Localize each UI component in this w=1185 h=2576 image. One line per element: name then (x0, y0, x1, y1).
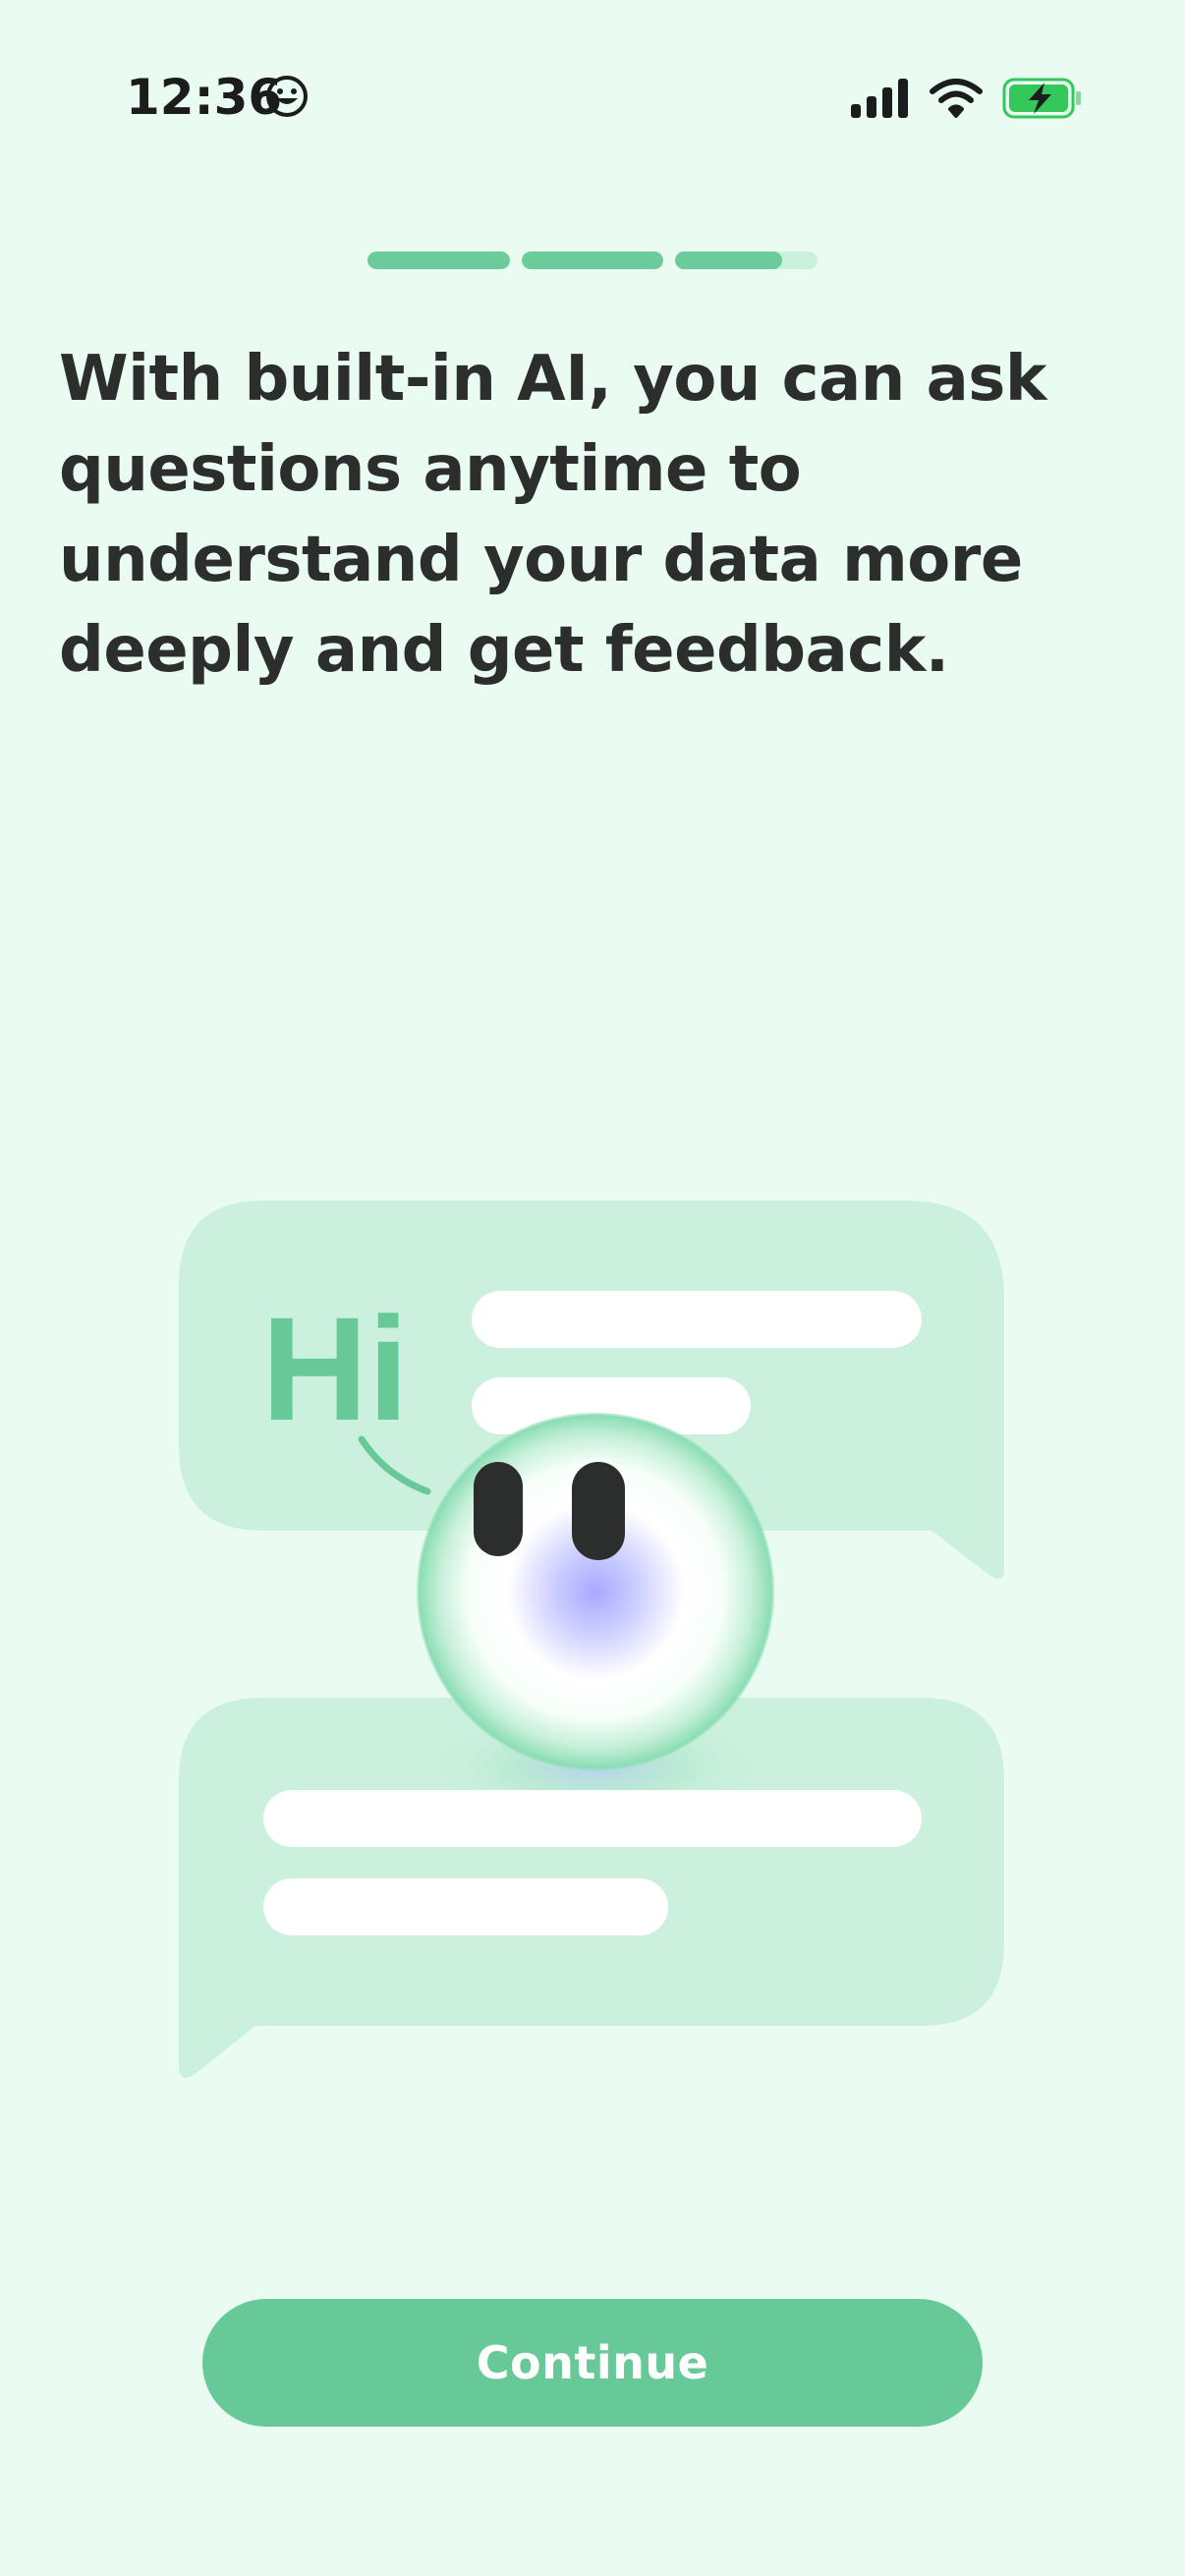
cellular-signal-icon (851, 79, 908, 118)
ai-mascot-orb-icon (417, 1413, 774, 1770)
progress-segment (675, 252, 818, 269)
progress-segment-fill (367, 252, 510, 269)
message-line (263, 1790, 922, 1847)
progress-segment-fill (521, 252, 664, 269)
smiley-face-icon (266, 76, 308, 117)
onboarding-progress (367, 252, 818, 269)
wifi-icon (930, 79, 983, 118)
continue-button[interactable]: Continue (202, 2299, 983, 2427)
page-title: With built-in AI, you can ask questions … (59, 343, 1046, 687)
greeting-text: Hi (261, 1286, 409, 1451)
message-line (472, 1291, 922, 1348)
chat-illustration: Hi (179, 1201, 1004, 2078)
progress-segment (521, 252, 664, 269)
progress-segment-fill (675, 252, 782, 269)
message-line (263, 1878, 668, 1935)
status-bar: 12:36 (0, 0, 1185, 196)
status-time: 12:36 (126, 69, 283, 126)
status-indicators (851, 71, 1083, 126)
battery-charging-icon (1002, 78, 1081, 119)
progress-segment (367, 252, 510, 269)
